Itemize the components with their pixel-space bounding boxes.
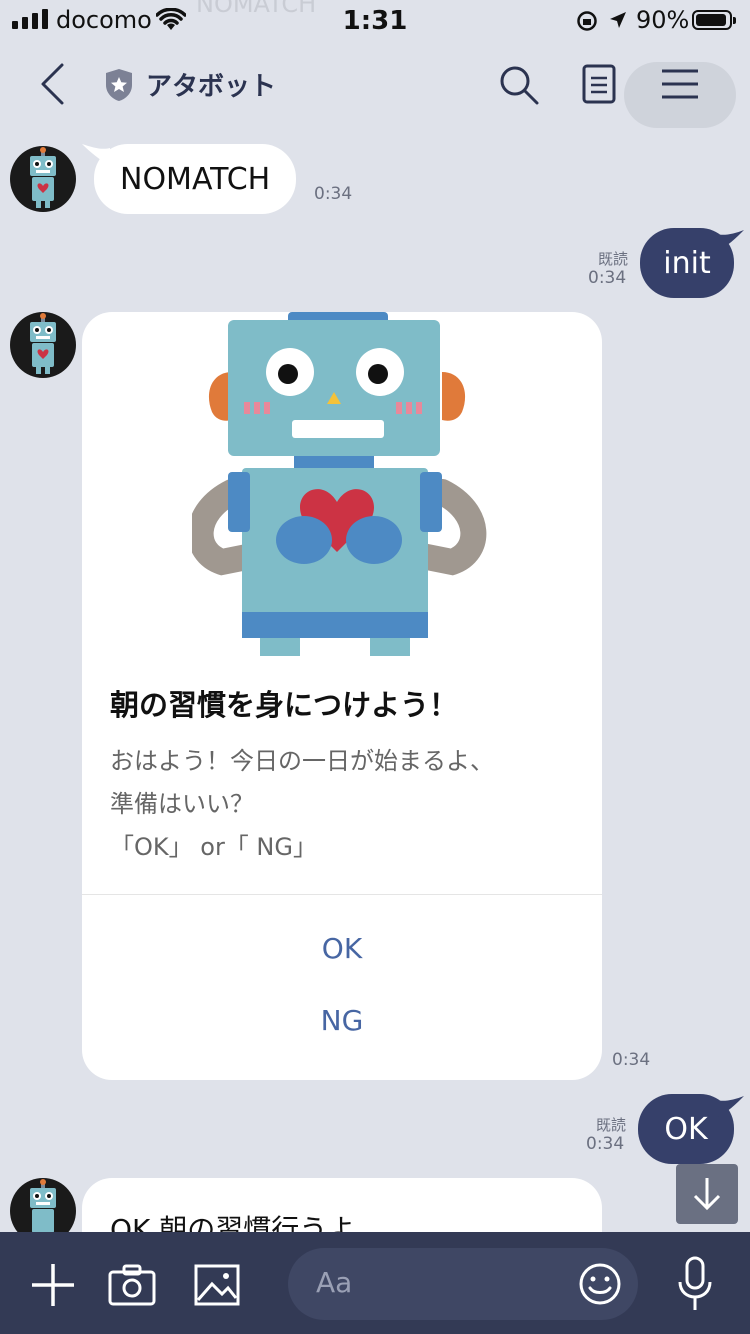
message-timestamp: 0:34 [314,184,353,204]
search-icon[interactable] [498,64,540,106]
battery-icon [692,10,736,30]
verified-shield-icon [106,69,132,101]
bot-message-bubble[interactable]: NOMATCH [94,144,297,214]
bubble-tail [716,230,744,252]
card-body-line: 「OK」 or「 NG」 [110,833,317,861]
message-timestamp: 0:34 [588,268,627,288]
card-divider [82,894,602,895]
bot-avatar[interactable] [10,312,76,378]
microphone-icon[interactable] [676,1256,714,1312]
orientation-lock-icon [577,11,597,31]
emoji-icon[interactable] [578,1262,622,1306]
battery-percent: 90% [636,6,690,34]
read-receipt: 既読 [595,1116,626,1134]
message-input[interactable]: Aa [288,1248,638,1320]
arrow-down-icon [693,1178,721,1211]
read-receipt: 既読 [597,250,628,268]
scroll-to-bottom-button[interactable] [676,1164,738,1224]
card-action-ok[interactable]: OK [82,932,602,965]
notes-icon[interactable] [582,64,616,104]
card-body-line: おはよう！今日の一日が始まるよ、 [110,747,494,775]
camera-icon[interactable] [108,1264,156,1306]
message-timestamp: 0:34 [586,1134,625,1154]
robot-avatar-icon [30,313,56,374]
card-body-line: 準備はいい？ [110,790,254,818]
robot-avatar-icon [30,147,56,208]
robot-illustration [192,312,487,656]
chat-title: アタボット [146,72,277,102]
message-input-placeholder: Aa [316,1266,353,1299]
card-body: おはよう！今日の一日が始まるよ、 準備はいい？ 「OK」 or「 NG」 [110,740,580,869]
bot-avatar[interactable] [10,146,76,212]
template-card: 朝の習慣を身につけよう！ おはよう！今日の一日が始まるよ、 準備はいい？ 「OK… [82,312,602,1080]
message-text: NOMATCH [120,161,271,197]
location-icon [610,12,626,28]
plus-icon[interactable] [30,1262,76,1308]
card-title: 朝の習慣を身につけよう！ [110,688,459,722]
card-action-ng[interactable]: NG [82,1004,602,1037]
bubble-tail [82,144,110,166]
image-icon[interactable] [194,1264,240,1306]
menu-icon[interactable] [660,68,700,100]
status-bar: docomo NOMATCH 1:31 90% [0,0,750,42]
message-text: OK [664,1111,708,1147]
message-timestamp: 0:34 [612,1050,651,1070]
message-text: init [663,245,711,281]
back-icon[interactable] [38,62,68,106]
bubble-tail [716,1096,744,1118]
